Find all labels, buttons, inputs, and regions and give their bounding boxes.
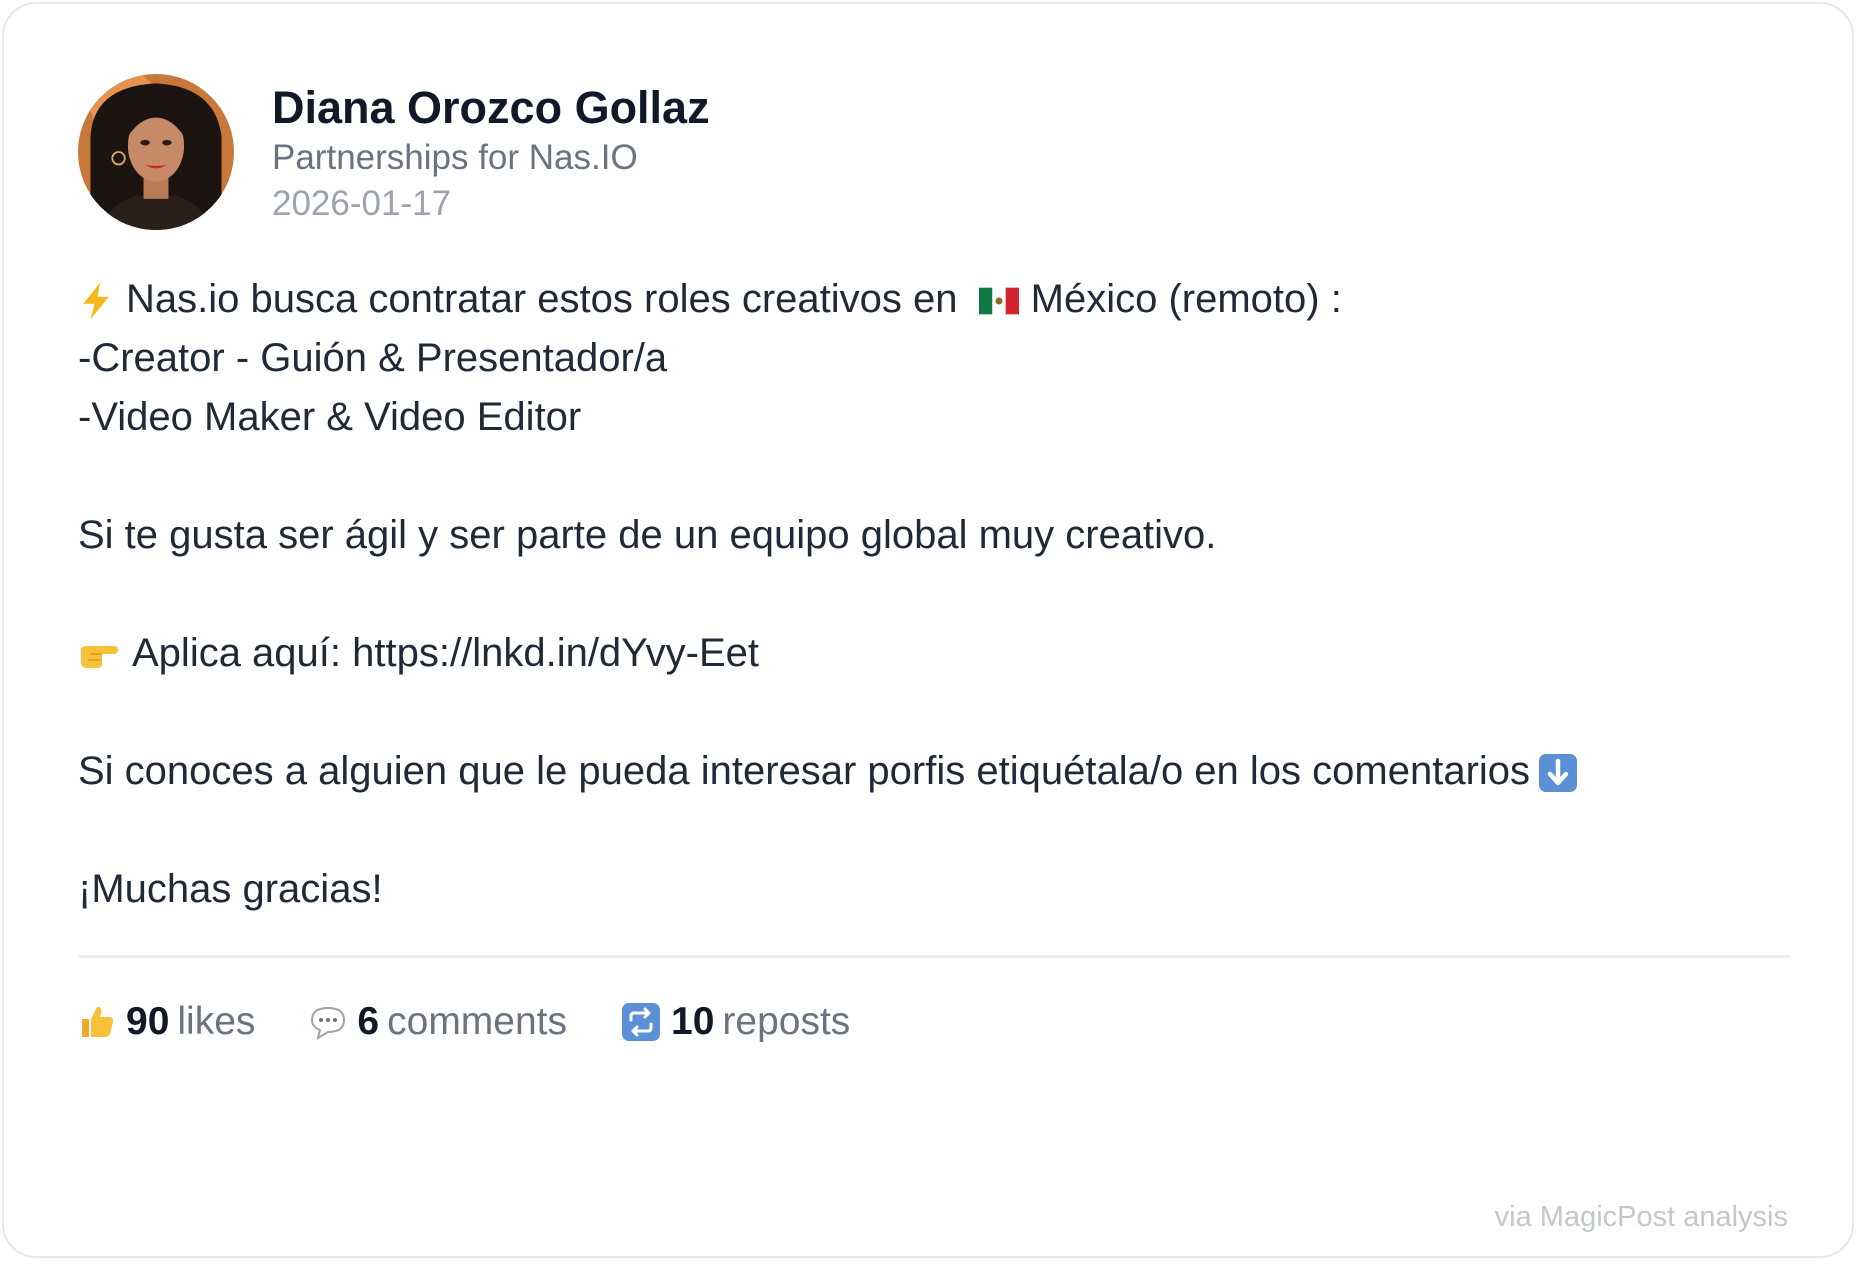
avatar-image [78,74,234,230]
mexico-flag-icon [978,287,1019,315]
post-line: -Video Maker & Video Editor [78,395,582,439]
thumbs-up-icon [78,1003,116,1041]
comments-count: 6 [357,1000,380,1043]
down-arrow-icon [1538,753,1578,793]
post-line-text: Si conoces a alguien que le pueda intere… [78,749,1531,793]
post-line [78,801,1798,860]
speech-bubble-icon [309,1003,347,1041]
reposts-stat[interactable]: 10 reposts [621,1000,850,1044]
author-name[interactable]: Diana Orozco Gollaz [272,82,710,134]
likes-count: 90 [126,1000,170,1043]
divider [78,955,1790,958]
post-date: 2026-01-17 [272,184,452,223]
pointing-hand-icon [78,640,120,670]
attribution-footer: via MagicPost analysis [1494,1201,1788,1233]
post-line: Aplica aquí: https://lnkd.in/dYvy-Eet [78,624,1798,683]
engagement-stats: 90 likes 6 comments 10 reposts [78,992,904,1052]
post-line [78,683,1798,742]
reposts-label: reposts [722,1000,851,1043]
author-headline: Partnerships for Nas.IO [272,138,638,177]
lightning-icon [78,281,114,321]
post-line-text-after: México (remoto) : [1030,277,1342,321]
post-line: Si conoces a alguien que le pueda intere… [78,742,1798,801]
post-line-text: Aplica aquí: https://lnkd.in/dYvy-Eet [132,631,760,675]
post-line: ¡Muchas gracias! [78,867,383,911]
post-line-text: Nas.io busca contratar estos roles creat… [126,277,958,321]
post-body: Nas.io busca contratar estos roles creat… [78,270,1798,919]
comments-label: comments [387,1000,568,1043]
post-line: -Creator - Guión & Presentador/a [78,336,668,380]
post-line: Nas.io busca contratar estos roles creat… [78,270,1798,329]
author-avatar[interactable] [78,74,234,230]
post-line [78,565,1798,624]
post-line [78,447,1798,506]
post-line: Si te gusta ser ágil y ser parte de un e… [78,513,1217,557]
repost-icon [621,1002,661,1042]
likes-stat[interactable]: 90 likes [78,1000,255,1044]
reposts-count: 10 [671,1000,715,1043]
post-card: Diana Orozco Gollaz Partnerships for Nas… [2,2,1854,1258]
likes-label: likes [177,1000,256,1043]
comments-stat[interactable]: 6 comments [309,1000,567,1044]
